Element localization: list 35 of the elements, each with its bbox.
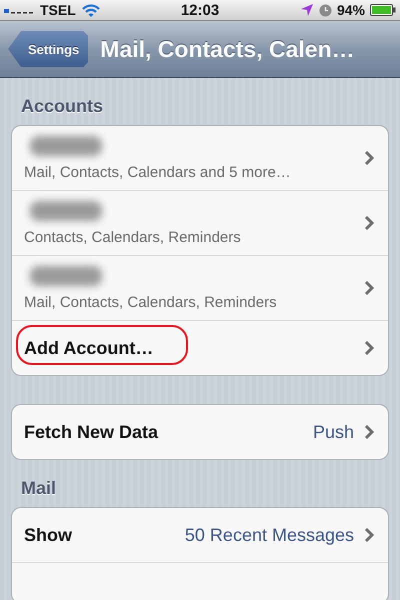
chevron-icon: [364, 281, 374, 295]
list-row[interactable]: Fetch New Data Push: [12, 405, 388, 459]
location-arrow-icon: [300, 3, 314, 17]
redacted-name: [30, 266, 102, 286]
row-label: Add Account…: [24, 338, 154, 358]
account-row[interactable]: Mail, Contacts, Calendars, Reminders: [12, 255, 388, 320]
account-row[interactable]: Contacts, Calendars, Reminders: [12, 190, 388, 255]
back-button[interactable]: Settings: [8, 31, 88, 67]
row-label: Fetch New Data: [24, 422, 158, 442]
nav-title: Mail, Contacts, Calen…: [100, 36, 355, 62]
carrier-name: TSEL: [40, 2, 76, 18]
chevron-icon: [364, 151, 374, 165]
redacted-name: [30, 200, 102, 220]
signal-icon: [4, 6, 34, 14]
chevron-icon: [364, 528, 374, 542]
wifi-icon: [82, 4, 100, 16]
battery-percent: 94%: [336, 2, 365, 18]
account-detail: Contacts, Calendars, Reminders: [24, 228, 242, 246]
row-value: 50 Recent Messages: [184, 524, 354, 546]
section-header: Mail: [20, 477, 58, 500]
row-label: Show: [24, 524, 72, 546]
row-value: Push: [312, 422, 354, 442]
account-detail: Mail, Contacts, Calendars, Reminders: [24, 294, 278, 310]
chevron-icon: [364, 341, 374, 355]
battery-icon: [370, 4, 396, 16]
clock-icon: [318, 4, 332, 16]
chevron-icon: [364, 216, 374, 230]
list-row[interactable]: Show 50 Recent Messages: [12, 508, 388, 562]
chevron-icon: [364, 425, 374, 439]
account-detail: Mail, Contacts, Calendars and 5 more…: [24, 164, 292, 180]
clock-time: 12:03: [180, 2, 220, 18]
redacted-name: [30, 136, 102, 156]
list-row[interactable]: Add Account…: [12, 320, 388, 375]
section-header: Accounts: [20, 95, 104, 118]
account-row[interactable]: Mail, Contacts, Calendars and 5 more…: [12, 126, 388, 190]
